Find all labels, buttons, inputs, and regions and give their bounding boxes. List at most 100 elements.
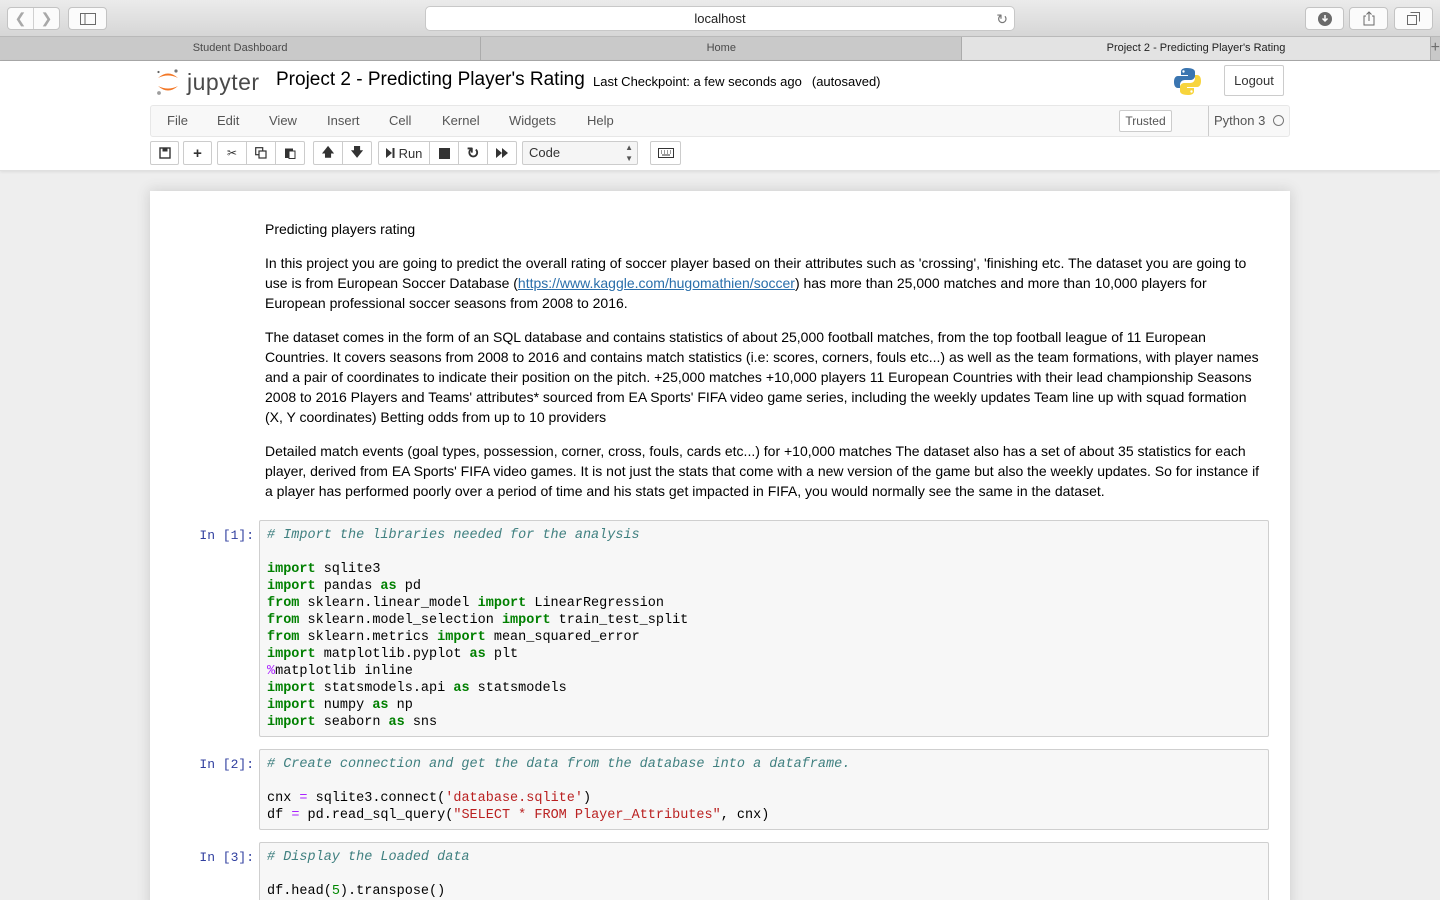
cell-type-select[interactable]: Code ▲ ▼ bbox=[522, 141, 638, 165]
kernel-name: Python 3 bbox=[1214, 113, 1266, 128]
markdown-heading: Predicting players rating bbox=[265, 221, 416, 237]
code-line: import pandas as pd bbox=[267, 578, 1261, 595]
run-label: Run bbox=[398, 145, 423, 161]
code-token: from bbox=[267, 596, 300, 611]
code-token: as bbox=[388, 715, 405, 730]
last-checkpoint: Last Checkpoint: a few seconds ago bbox=[593, 74, 802, 89]
download-icon bbox=[1317, 11, 1332, 26]
menu-help[interactable]: Help bbox=[587, 106, 614, 136]
code-token: "SELECT * FROM Player_Attributes" bbox=[453, 808, 721, 823]
code-cell-1[interactable]: # Import the libraries needed for the an… bbox=[259, 520, 1269, 737]
code-token: pandas bbox=[315, 579, 381, 594]
menu-view[interactable]: View bbox=[269, 106, 297, 136]
menu-cell[interactable]: Cell bbox=[389, 106, 411, 136]
checkpoint-status: Last Checkpoint: a few seconds ago (autos… bbox=[593, 74, 881, 89]
code-token: matplotlib.pyplot bbox=[315, 647, 470, 662]
menu-file[interactable]: File bbox=[167, 106, 188, 136]
code-line: import statsmodels.api as statsmodels bbox=[267, 680, 1261, 697]
share-button[interactable] bbox=[1349, 7, 1388, 30]
code-token: pd.read_sql_query( bbox=[299, 808, 454, 823]
arrow-up-icon: 🡅 bbox=[321, 144, 335, 159]
code-token: import bbox=[477, 596, 527, 611]
paste-button[interactable] bbox=[275, 141, 305, 165]
code-token: statsmodels bbox=[469, 681, 567, 696]
sidebar-toggle-button[interactable] bbox=[68, 7, 107, 30]
restart-icon: ↻ bbox=[466, 145, 480, 162]
address-bar[interactable]: localhost ↻ bbox=[425, 6, 1015, 31]
keyboard-icon bbox=[657, 148, 674, 158]
code-line: import seaborn as sns bbox=[267, 714, 1261, 731]
cut-button[interactable]: ✂ bbox=[217, 141, 247, 165]
menubar: File Edit View Insert Cell Kernel Widget… bbox=[150, 105, 1290, 137]
code-token: as bbox=[372, 698, 389, 713]
save-button[interactable] bbox=[150, 141, 179, 165]
chevron-left-icon: ❮ bbox=[14, 10, 27, 26]
downloads-button[interactable] bbox=[1305, 7, 1344, 30]
code-token: import bbox=[267, 579, 316, 594]
code-token: ).transpose() bbox=[339, 884, 446, 899]
code-token: 'database.sqlite' bbox=[445, 791, 583, 806]
code-token: sns bbox=[404, 715, 438, 730]
plus-icon: + bbox=[193, 144, 202, 162]
code-line: from sklearn.metrics import mean_squared… bbox=[267, 629, 1261, 646]
code-token: import bbox=[267, 715, 316, 730]
code-line: import numpy as np bbox=[267, 697, 1261, 714]
notebook-title[interactable]: Project 2 - Predicting Player's Rating bbox=[276, 69, 585, 91]
code-token: import bbox=[501, 613, 551, 628]
code-token: , cnx) bbox=[720, 808, 770, 823]
code-token: ) bbox=[582, 791, 592, 806]
trusted-indicator[interactable]: Trusted bbox=[1119, 110, 1172, 132]
menu-widgets[interactable]: Widgets bbox=[509, 106, 556, 136]
browser-toolbar: ❮ ❯ localhost ↻ bbox=[0, 0, 1440, 37]
code-token: cnx bbox=[267, 791, 300, 806]
code-token: seaborn bbox=[315, 715, 389, 730]
code-cell-3[interactable]: # Display the Loaded data df.head(5).tran… bbox=[259, 842, 1269, 900]
interrupt-button[interactable] bbox=[429, 141, 459, 165]
code-cell-2[interactable]: # Create connection and get the data fro… bbox=[259, 749, 1269, 830]
command-palette-button[interactable] bbox=[650, 141, 681, 165]
code-token: df.head( bbox=[267, 884, 332, 899]
menu-insert[interactable]: Insert bbox=[327, 106, 360, 136]
run-button[interactable]: Run bbox=[378, 141, 430, 165]
code-token: matplotlib inline bbox=[275, 664, 413, 679]
code-token: sqlite3.connect( bbox=[307, 791, 446, 806]
tab-student-dashboard[interactable]: Student Dashboard bbox=[0, 37, 482, 60]
stop-icon bbox=[438, 147, 450, 159]
logout-button[interactable]: Logout bbox=[1224, 65, 1284, 96]
menu-kernel[interactable]: Kernel bbox=[442, 106, 480, 136]
code-token: = bbox=[299, 791, 308, 806]
forward-button[interactable]: ❯ bbox=[33, 8, 59, 29]
copy-button[interactable] bbox=[246, 141, 276, 165]
back-button[interactable]: ❮ bbox=[8, 8, 33, 29]
cell-3-prompt: In [3]: bbox=[199, 850, 254, 865]
code-token: # Display the Loaded data bbox=[267, 850, 470, 865]
restart-button[interactable]: ↻ bbox=[458, 141, 488, 165]
code-token: sqlite3 bbox=[315, 562, 381, 577]
move-up-button[interactable]: 🡅 bbox=[313, 141, 343, 165]
insert-cell-button[interactable]: + bbox=[183, 141, 212, 165]
python-logo bbox=[1173, 67, 1202, 101]
tab-project-2[interactable]: Project 2 - Predicting Player's Rating bbox=[962, 37, 1431, 60]
menu-edit[interactable]: Edit bbox=[217, 106, 239, 136]
jupyter-logo[interactable]: jupyter bbox=[155, 68, 260, 96]
select-arrows-icon: ▲ ▼ bbox=[625, 143, 633, 163]
tabs-overview-button[interactable] bbox=[1394, 7, 1433, 30]
new-tab-button[interactable]: + bbox=[1431, 37, 1440, 60]
code-line: %matplotlib inline bbox=[267, 663, 1261, 680]
reload-icon[interactable]: ↻ bbox=[996, 7, 1008, 31]
move-down-button[interactable]: 🡇 bbox=[342, 141, 372, 165]
kaggle-link[interactable]: https://www.kaggle.com/hugomathien/socce… bbox=[518, 275, 795, 291]
markdown-paragraph-2: The dataset comes in the form of an SQL … bbox=[265, 329, 1259, 425]
code-token: import bbox=[267, 562, 316, 577]
browser-tab-bar: Student Dashboard Home Project 2 - Predi… bbox=[0, 37, 1440, 61]
code-token: plt bbox=[485, 647, 519, 662]
tab-home[interactable]: Home bbox=[481, 37, 963, 60]
restart-run-all-button[interactable] bbox=[487, 141, 517, 165]
code-token: # Create connection and get the data fro… bbox=[267, 757, 851, 772]
code-token: sklearn.model_selection bbox=[299, 613, 502, 628]
code-token: as bbox=[469, 647, 486, 662]
cell-2-prompt: In [2]: bbox=[199, 757, 254, 772]
markdown-paragraph-3: Detailed match events (goal types, posse… bbox=[265, 443, 1260, 499]
history-nav: ❮ ❯ bbox=[7, 7, 60, 30]
